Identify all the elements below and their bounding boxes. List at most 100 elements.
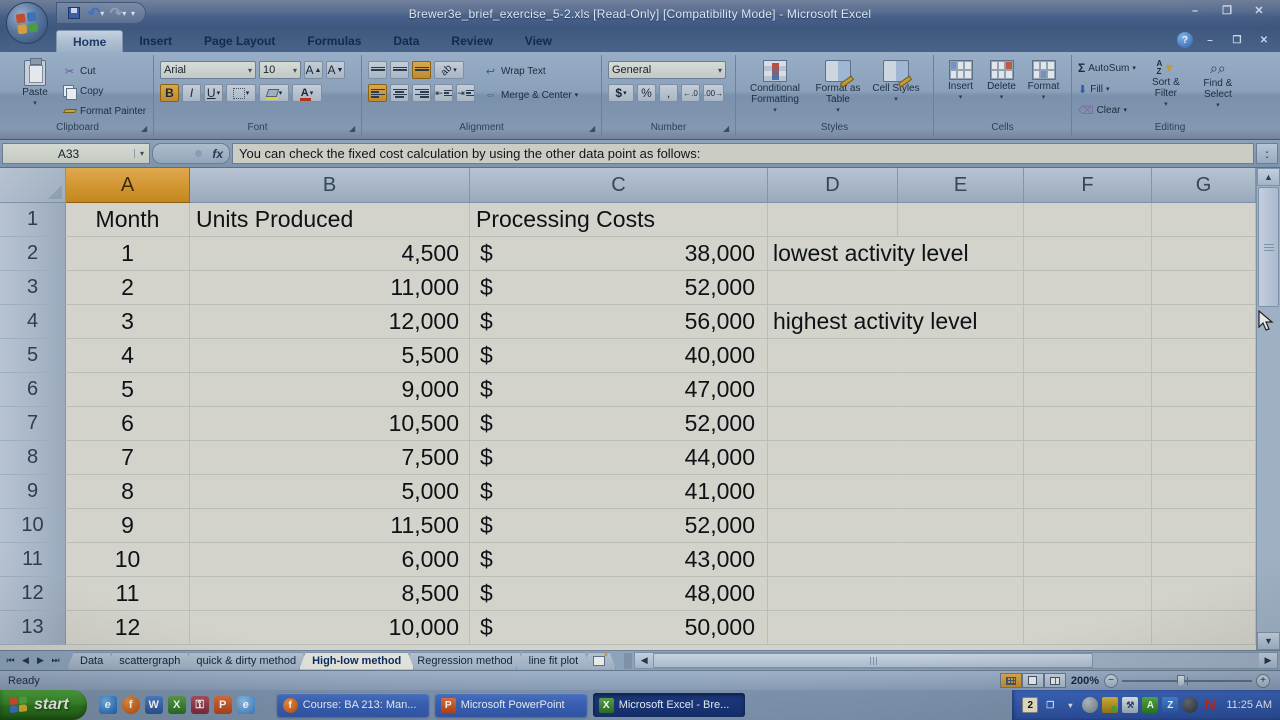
cell-d7[interactable] [768, 407, 898, 441]
sheet-tab-line-fit-plot[interactable]: line fit plot [516, 652, 592, 670]
messenger-icon[interactable] [1082, 697, 1098, 713]
tab-split-handle[interactable] [624, 653, 632, 669]
page-layout-view-button[interactable] [1022, 673, 1044, 688]
row-header-6[interactable]: 6 [0, 373, 66, 407]
cell-g12[interactable] [1152, 577, 1256, 611]
cell-b12[interactable]: 8,500 [190, 577, 470, 611]
cell-d12[interactable] [768, 577, 898, 611]
workbook-close-button[interactable]: ✕ [1254, 35, 1274, 46]
sheet-tab-scattergraph[interactable]: scattergraph [106, 652, 193, 670]
cell-d6[interactable] [768, 373, 898, 407]
find-select-button[interactable]: ⌕⌕ Find & Select ▾ [1192, 58, 1244, 120]
cell-e3[interactable] [898, 271, 1024, 305]
firefox-icon[interactable] [122, 696, 140, 714]
cell-g2[interactable] [1152, 237, 1256, 271]
save-button[interactable] [65, 4, 83, 22]
cell-b7[interactable]: 10,500 [190, 407, 470, 441]
percent-style-button[interactable]: % [637, 84, 656, 102]
increase-decimal-button[interactable]: ←.0 [681, 84, 700, 102]
cell-d9[interactable] [768, 475, 898, 509]
name-box[interactable]: A33 ▾ [2, 143, 150, 164]
scroll-right-button[interactable]: ▶ [1259, 653, 1277, 668]
bold-button[interactable]: B [160, 84, 179, 102]
increase-indent-button[interactable]: ⇥ [456, 84, 475, 102]
previous-sheet-button[interactable]: ◀ [19, 655, 32, 666]
row-header-12[interactable]: 12 [0, 577, 66, 611]
horizontal-scroll-thumb[interactable] [653, 653, 1093, 668]
cell-c3[interactable]: $52,000 [470, 271, 768, 305]
cell-d3[interactable] [768, 271, 898, 305]
column-header-e[interactable]: E [898, 168, 1024, 203]
cell-f5[interactable] [1024, 339, 1152, 373]
cell-e6[interactable] [898, 373, 1024, 407]
insert-cells-button[interactable]: Insert ▾ [940, 58, 981, 120]
zoom-out-button[interactable]: − [1104, 674, 1118, 688]
tab-review[interactable]: Review [435, 30, 508, 52]
format-cells-button[interactable]: Format ▾ [1022, 58, 1065, 120]
grow-font-button[interactable]: A▲ [304, 61, 323, 79]
cell-d13[interactable] [768, 611, 898, 645]
cell-e8[interactable] [898, 441, 1024, 475]
cell-g11[interactable] [1152, 543, 1256, 577]
password-key-icon[interactable] [191, 696, 209, 714]
cell-b8[interactable]: 7,500 [190, 441, 470, 475]
formula-input[interactable]: You can check the fixed cost calculation… [232, 143, 1254, 164]
cell-e9[interactable] [898, 475, 1024, 509]
fill-button[interactable]: ⬇Fill▾ [1078, 80, 1136, 98]
help-button[interactable]: ? [1177, 32, 1193, 48]
sheet-tab-regression-method[interactable]: Regression method [404, 652, 525, 670]
cell-a2[interactable]: 1 [66, 237, 190, 271]
cell-c11[interactable]: $43,000 [470, 543, 768, 577]
task-button-microsoft-powerpoint[interactable]: Microsoft PowerPoint [435, 693, 587, 717]
cell-c7[interactable]: $52,000 [470, 407, 768, 441]
decrease-indent-button[interactable]: ⇤ [434, 84, 453, 102]
keyboard-2-icon[interactable] [1022, 697, 1038, 713]
column-header-d[interactable]: D [768, 168, 898, 203]
cell-c6[interactable]: $47,000 [470, 373, 768, 407]
cell-a13[interactable]: 12 [66, 611, 190, 645]
cell-c13[interactable]: $50,000 [470, 611, 768, 645]
row-header-2[interactable]: 2 [0, 237, 66, 271]
hide-icon[interactable] [1062, 697, 1078, 713]
news-icon[interactable] [1202, 697, 1218, 713]
cell-e10[interactable] [898, 509, 1024, 543]
shield-icon[interactable] [1102, 697, 1118, 713]
tools-icon[interactable] [1122, 697, 1138, 713]
sheet-tab-quick-dirty-method[interactable]: quick & dirty method [183, 652, 309, 670]
zoom-level[interactable]: 200% [1071, 675, 1099, 687]
word-icon[interactable] [145, 696, 163, 714]
horizontal-scrollbar[interactable]: ◀ ▶ [634, 652, 1278, 669]
excel-icon[interactable] [168, 696, 186, 714]
cell-f8[interactable] [1024, 441, 1152, 475]
conditional-formatting-button[interactable]: Conditional Formatting ▾ [742, 58, 808, 120]
row-header-7[interactable]: 7 [0, 407, 66, 441]
cell-a3[interactable]: 2 [66, 271, 190, 305]
cell-d2[interactable]: lowest activity level [768, 237, 898, 271]
cell-a12[interactable]: 11 [66, 577, 190, 611]
column-header-b[interactable]: B [190, 168, 470, 203]
cell-e11[interactable] [898, 543, 1024, 577]
font-color-button[interactable]: A▾ [292, 84, 322, 102]
powerpoint-icon[interactable] [214, 696, 232, 714]
internet-explorer-icon[interactable] [99, 696, 117, 714]
accounting-format-button[interactable]: $▾ [608, 84, 634, 102]
first-sheet-button[interactable]: ⏮ [4, 655, 17, 666]
column-header-c[interactable]: C [470, 168, 768, 203]
zoom-slider-track[interactable] [1122, 680, 1252, 682]
cell-g13[interactable] [1152, 611, 1256, 645]
format-painter-button[interactable]: Format Painter [62, 102, 146, 120]
cell-f12[interactable] [1024, 577, 1152, 611]
vertical-scroll-track[interactable] [1257, 308, 1280, 632]
cell-f10[interactable] [1024, 509, 1152, 543]
column-header-a[interactable]: A [66, 168, 190, 203]
cell-d1[interactable] [768, 203, 898, 237]
workbook-restore-button[interactable]: ❐ [1227, 35, 1247, 46]
cell-b3[interactable]: 11,000 [190, 271, 470, 305]
number-format-combo[interactable]: General▾ [608, 61, 726, 79]
tab-home[interactable]: Home [56, 30, 123, 52]
merge-center-button[interactable]: ⇔Merge & Center▾ [483, 86, 578, 104]
row-header-3[interactable]: 3 [0, 271, 66, 305]
cell-e7[interactable] [898, 407, 1024, 441]
cut-button[interactable]: ✂Cut [62, 62, 146, 80]
cell-c4[interactable]: $56,000 [470, 305, 768, 339]
